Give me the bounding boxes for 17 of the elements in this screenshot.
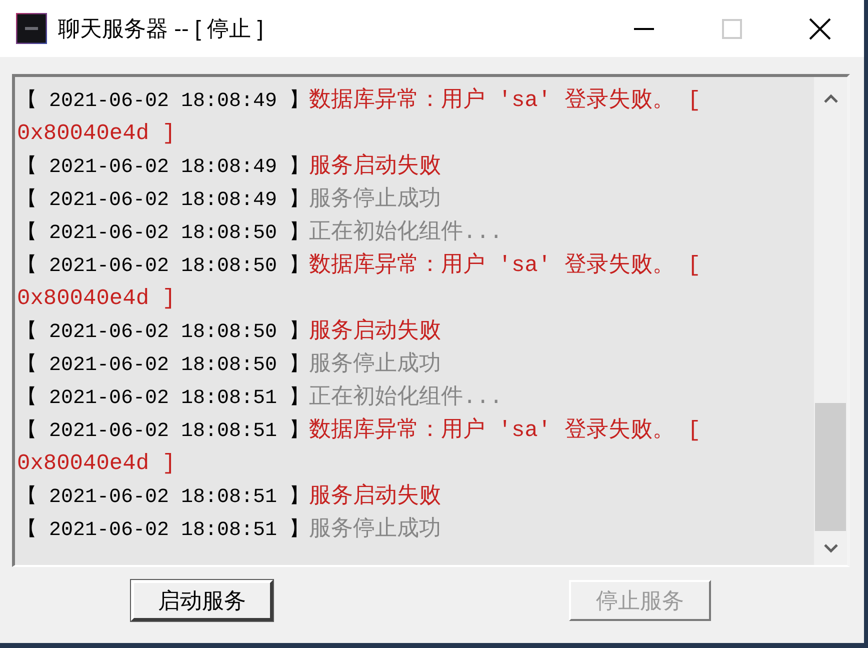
log-entry: 【 2021-06-02 18:08:50 】服务启动失败 xyxy=(17,318,442,346)
log-entry: 【 2021-06-02 18:08:51 】服务停止成功 xyxy=(17,516,442,544)
log-entry: 【 2021-06-02 18:08:49 】服务启动失败 xyxy=(17,152,442,181)
log-entry: 【 2021-06-02 18:08:51 】正在初始化组件... xyxy=(17,384,504,412)
log-entry: 【 2021-06-02 18:08:50 】正在初始化组件... xyxy=(17,218,504,247)
chevron-down-icon xyxy=(824,544,838,552)
scrollbar-thumb[interactable] xyxy=(815,403,846,531)
window-title: 聊天服务器 -- [ 停止 ] xyxy=(58,15,264,43)
log-entry: 【 2021-06-02 18:08:51 】数据库异常：用户 'sa' 登录失败。 [ 0x80040e4d ] xyxy=(17,416,702,478)
log-entry: 【 2021-06-02 18:08:50 】服务停止成功 xyxy=(17,350,442,379)
chevron-up-icon xyxy=(824,94,838,102)
log-entry: 【 2021-06-02 18:08:49 】数据库异常：用户 'sa' 登录失败。 [ 0x80040e4d ] xyxy=(17,86,702,148)
log-entry: 【 2021-06-02 18:08:51 】服务启动失败 xyxy=(17,482,442,511)
app-logo-icon xyxy=(16,13,47,44)
log-entry: 【 2021-06-02 18:08:50 】数据库异常：用户 'sa' 登录失败。 [ 0x80040e4d ] xyxy=(17,252,702,313)
log-entry: 【 2021-06-02 18:08:49 】服务停止成功 xyxy=(17,186,442,214)
start-service-button[interactable]: 启动服务 xyxy=(131,580,273,621)
